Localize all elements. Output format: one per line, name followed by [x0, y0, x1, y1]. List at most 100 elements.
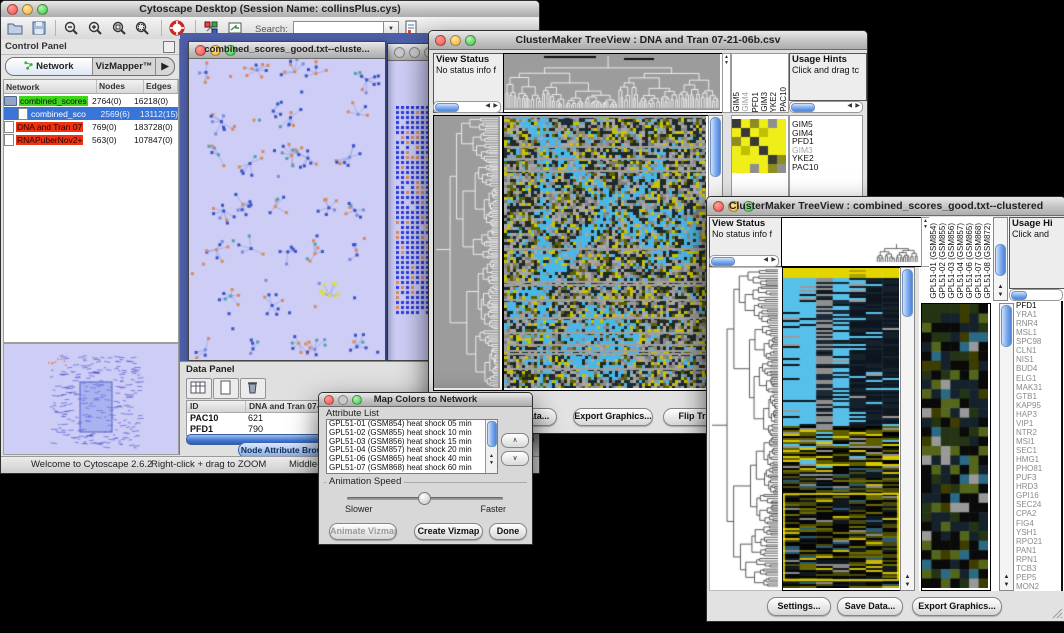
- network-tab-icon: [24, 61, 33, 70]
- network-list-header: Network Nodes Edges: [4, 80, 178, 94]
- create-vizmap-button[interactable]: Create Vizmap: [414, 523, 483, 540]
- column-labels: GPL51-01 (GSM854)GPL51-02 (GSM855)GPL51-…: [929, 217, 991, 299]
- column-label: GIM5: [732, 92, 741, 112]
- save-data-button[interactable]: Save Data...: [837, 597, 903, 616]
- gene-label: SEC1: [1014, 446, 1061, 455]
- status-welcome: Welcome to Cytoscape 2.6.2: [31, 459, 152, 470]
- heatmap-global[interactable]: [503, 115, 709, 391]
- treeview1-titlebar[interactable]: ClusterMaker TreeView : DNA and Tran 07-…: [429, 31, 867, 50]
- open-session-icon[interactable]: [7, 20, 23, 36]
- network-file-icon: [4, 134, 14, 146]
- zoom-selected-icon[interactable]: [111, 20, 127, 36]
- treeview2-titlebar[interactable]: ClusterMaker TreeView : combined_scores_…: [707, 197, 1064, 216]
- gene-label: PHO81: [1014, 464, 1061, 473]
- zoom-heatmap-canvas[interactable]: [922, 304, 988, 588]
- zoom-fit-icon[interactable]: [134, 20, 150, 36]
- heatmap-canvas[interactable]: [504, 116, 706, 388]
- zoom-heatmap-panel[interactable]: [921, 303, 991, 591]
- column-dendrogram[interactable]: [781, 217, 923, 267]
- heatmap-canvas[interactable]: [783, 268, 899, 588]
- gene-label: MSL1: [1014, 328, 1061, 337]
- attribute-item[interactable]: GPL51-07 (GSM868) heat shock 60 min: [327, 464, 497, 473]
- dialog-title: Map Colors to Network: [319, 394, 532, 405]
- folder-icon: [4, 96, 17, 106]
- gene-label: YSH1: [1014, 528, 1061, 537]
- gene-label: FIG4: [1014, 519, 1061, 528]
- network-row[interactable]: DNA and Tran 07 769(0) 183728(0): [4, 120, 178, 133]
- toolbar-separator: [55, 20, 56, 36]
- gene-label: MAK31: [1014, 383, 1061, 392]
- attribute-items: GPL51-01 (GSM854) heat shock 05 minGPL51…: [327, 420, 497, 473]
- column-label: GIM3: [760, 92, 769, 112]
- gene-label-list: PFD1YRA1RNR4MSL1SPC98CLN1NIS1BUD4ELG1MAK…: [1014, 301, 1063, 591]
- view-status-scrollbar[interactable]: ◀▶: [433, 101, 501, 113]
- column-labels-scrollbar[interactable]: ▲▼: [993, 217, 1008, 301]
- gene-label: PUF3: [1014, 473, 1061, 482]
- heatmap-vertical-scrollbar[interactable]: ▲▼: [900, 267, 915, 591]
- column-dendrogram-canvas[interactable]: [782, 218, 920, 264]
- animate-vizmap-button[interactable]: Animate Vizmap: [329, 523, 397, 540]
- gene-label: GTB1: [1014, 392, 1061, 401]
- control-panel: Control Panel Network VizMapper™ ▶ Netwo…: [1, 39, 180, 455]
- network-row[interactable]: RNAPuberNov2+ 563(0) 107847(0): [4, 133, 178, 146]
- map-colors-dialog: Map Colors to Network Attribute List GPL…: [318, 392, 533, 545]
- row-dendrogram[interactable]: [709, 267, 783, 591]
- export-graphics-button[interactable]: Export Graphics...: [912, 597, 1002, 616]
- attribute-select-icon[interactable]: [186, 378, 212, 399]
- new-attribute-icon[interactable]: [213, 378, 239, 399]
- usage-hints-scrollbar[interactable]: ◀▶: [789, 101, 863, 113]
- desktop: Cytoscape Desktop (Session Name: collins…: [0, 0, 1064, 633]
- float-panel-icon[interactable]: [163, 41, 175, 53]
- heatmap-global[interactable]: [782, 267, 902, 591]
- resize-grip[interactable]: [1051, 607, 1063, 619]
- birdseye-canvas[interactable]: [4, 344, 176, 452]
- network-list: Network Nodes Edges combined_scores 2764…: [3, 79, 179, 343]
- zoom-in-icon[interactable]: [87, 20, 103, 36]
- gene-label: SEC24: [1014, 500, 1061, 509]
- network-view-title: combined_scores_good.txt--cluste...: [189, 44, 385, 55]
- move-up-button[interactable]: ∧: [501, 433, 529, 448]
- attribute-list-scrollbar[interactable]: ▲▼: [485, 420, 497, 473]
- gene-label: RPO21: [1014, 537, 1061, 546]
- column-label: GPL51-08 (GSM872): [983, 223, 991, 299]
- done-button[interactable]: Done: [489, 523, 527, 540]
- save-session-icon[interactable]: [31, 20, 47, 36]
- zoom-heatmap-canvas[interactable]: [732, 119, 786, 173]
- column-dendrogram-canvas[interactable]: [504, 54, 720, 110]
- tab-vizmapper[interactable]: VizMapper™: [93, 58, 156, 75]
- main-window-title: Cytoscape Desktop (Session Name: collins…: [1, 3, 539, 15]
- delete-attribute-icon[interactable]: [240, 378, 266, 399]
- tab-overflow-button[interactable]: ▶: [156, 58, 174, 75]
- export-graphics-button[interactable]: Export Graphics...: [573, 408, 653, 426]
- row-dendrogram-canvas[interactable]: [434, 116, 500, 388]
- column-label: PAC10: [779, 87, 788, 112]
- zoom-vertical-scrollbar[interactable]: ▲▼: [999, 303, 1014, 591]
- column-label: YKE2: [769, 92, 778, 112]
- dialog-titlebar[interactable]: Map Colors to Network: [319, 393, 532, 407]
- gene-label: RNR4: [1014, 319, 1061, 328]
- settings-button[interactable]: Settings...: [767, 597, 831, 616]
- network-row[interactable]: combined_scores 2764(0) 16218(0): [4, 94, 178, 107]
- main-titlebar[interactable]: Cytoscape Desktop (Session Name: collins…: [1, 1, 539, 18]
- dendrogram-scroll-strip[interactable]: ▲▼: [722, 53, 731, 113]
- column-dendrogram[interactable]: [503, 53, 723, 113]
- minimize-button[interactable]: [409, 47, 420, 58]
- birdseye-view[interactable]: [3, 343, 179, 455]
- treeview2-title: ClusterMaker TreeView : combined_scores_…: [707, 200, 1064, 212]
- view-status-scrollbar[interactable]: ◀▶: [709, 255, 779, 267]
- move-down-button[interactable]: ∨: [501, 451, 529, 466]
- zoom-out-icon[interactable]: [63, 20, 79, 36]
- speed-slider-thumb[interactable]: [418, 492, 431, 505]
- usage-hints-box: Usage Hi Click and: [1009, 217, 1064, 289]
- close-button[interactable]: [394, 47, 405, 58]
- network-row-selected[interactable]: combined_sco 2569(6) 13112(15): [4, 107, 178, 120]
- usage-hints-scrollbar[interactable]: [1009, 289, 1063, 301]
- tab-network[interactable]: Network: [6, 58, 93, 75]
- gene-label: NIS1: [1014, 355, 1061, 364]
- network-view-titlebar[interactable]: combined_scores_good.txt--cluste...: [189, 42, 385, 59]
- row-dendrogram[interactable]: [433, 115, 503, 391]
- row-dendrogram-canvas[interactable]: [710, 268, 780, 588]
- gene-label: HRD3: [1014, 482, 1061, 491]
- gene-label: TCB3: [1014, 564, 1061, 573]
- network-canvas[interactable]: [189, 59, 383, 359]
